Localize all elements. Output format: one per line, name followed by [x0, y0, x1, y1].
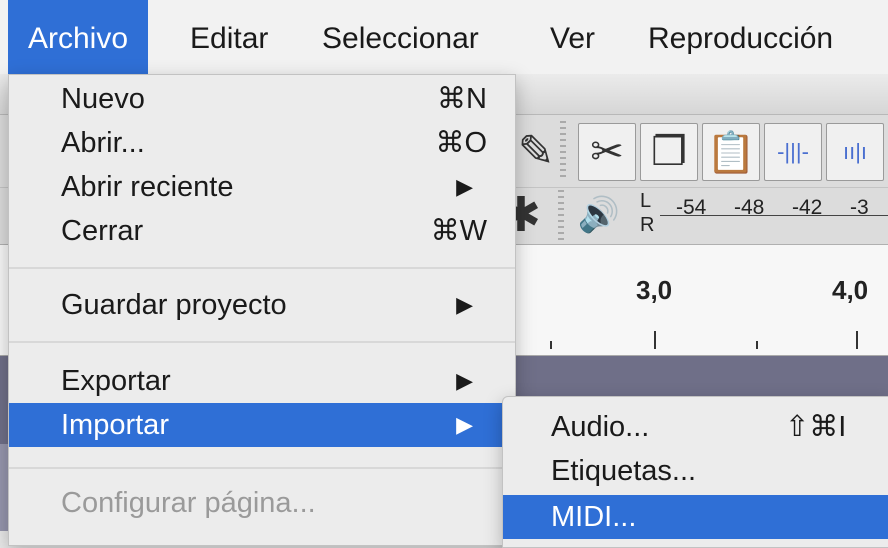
submenu-arrow-icon: ▶	[456, 368, 473, 393]
submenu-item-shortcut: ⇧⌘I	[785, 411, 847, 443]
trim-audio-icon[interactable]: -|||-	[764, 123, 822, 181]
menu-item-shortcut: ⌘N	[437, 83, 487, 115]
copy-icon[interactable]: ❐	[640, 123, 698, 181]
submenu-item-label: MIDI...	[551, 501, 637, 533]
menu-item-importar[interactable]: Importar ▶	[9, 403, 515, 447]
menu-item-configurar-pagina: Configurar página...	[9, 481, 515, 525]
meter-grip[interactable]	[558, 190, 564, 240]
menu-reproduccion[interactable]: Reproducción	[648, 0, 833, 74]
submenu-arrow-icon: ▶	[456, 412, 473, 437]
menu-bar: Archivo Editar Seleccionar Ver Reproducc…	[0, 0, 888, 75]
timeline-label: 4,0	[832, 275, 869, 305]
timeline-label: 3,0	[636, 275, 673, 305]
menu-item-exportar[interactable]: Exportar ▶	[9, 359, 515, 403]
submenu-item-audio[interactable]: Audio... ⇧⌘I	[503, 405, 888, 449]
submenu-item-etiquetas[interactable]: Etiquetas...	[503, 449, 888, 493]
menu-item-shortcut: ⌘O	[435, 127, 487, 159]
meter-tick: -54	[676, 196, 707, 219]
silence-audio-icon[interactable]: ıı|ı	[826, 123, 884, 181]
menu-item-guardar-proyecto[interactable]: Guardar proyecto ▶	[9, 283, 515, 327]
draw-tool-icon[interactable]: ✎	[508, 123, 564, 179]
cut-icon[interactable]: ✂	[578, 123, 636, 181]
menu-ver[interactable]: Ver	[550, 0, 595, 74]
meter-tick: -3	[850, 196, 869, 219]
menu-item-cerrar[interactable]: Cerrar ⌘W	[9, 209, 515, 253]
submenu-item-label: Audio...	[551, 411, 650, 443]
submenu-item-midi[interactable]: MIDI...	[503, 495, 888, 539]
ruler-tick	[654, 331, 656, 349]
submenu-item-label: Etiquetas...	[551, 455, 697, 487]
ruler-tick	[756, 341, 758, 349]
paste-icon[interactable]: 📋	[702, 123, 760, 181]
menu-item-label: Importar	[61, 409, 169, 441]
menu-separator	[9, 467, 515, 469]
menu-item-label: Abrir...	[61, 127, 145, 159]
toolbar-grip[interactable]	[560, 121, 566, 179]
submenu-arrow-icon: ▶	[456, 174, 473, 199]
menu-item-label: Configurar página...	[61, 487, 316, 519]
menu-separator	[9, 341, 515, 343]
ruler-tick	[550, 341, 552, 349]
menu-item-label: Cerrar	[61, 215, 144, 247]
menu-item-label: Guardar proyecto	[61, 289, 287, 321]
meter-tick: -42	[792, 196, 823, 219]
menu-editar[interactable]: Editar	[190, 0, 268, 74]
file-menu-dropdown: Nuevo ⌘N Abrir... ⌘O Abrir reciente ▶ Ce…	[8, 74, 516, 546]
meter-channel-r: R	[640, 214, 655, 236]
menu-archivo[interactable]: Archivo	[8, 0, 149, 74]
menu-seleccionar[interactable]: Seleccionar	[322, 0, 479, 74]
menu-item-abrir[interactable]: Abrir... ⌘O	[9, 121, 515, 165]
ruler-tick	[856, 331, 858, 349]
menu-item-label: Abrir reciente	[61, 171, 234, 203]
menu-item-label: Exportar	[61, 365, 171, 397]
submenu-arrow-icon: ▶	[456, 292, 473, 317]
meter-channel-l: L	[640, 190, 652, 212]
menu-item-nuevo[interactable]: Nuevo ⌘N	[9, 77, 515, 121]
import-submenu: Audio... ⇧⌘I Etiquetas... MIDI...	[502, 396, 888, 548]
menu-item-abrir-reciente[interactable]: Abrir reciente ▶	[9, 165, 515, 209]
meter-tick: -48	[734, 196, 765, 219]
menu-item-shortcut: ⌘W	[430, 215, 487, 247]
menu-separator	[9, 267, 515, 269]
speaker-icon[interactable]: 🔊	[572, 190, 626, 240]
menu-item-label: Nuevo	[61, 83, 145, 115]
